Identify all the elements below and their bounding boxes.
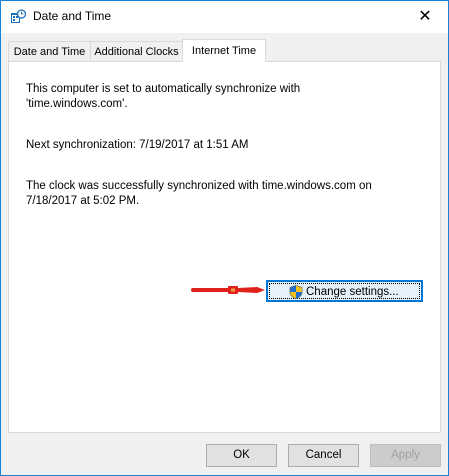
- sync-info-line1: This computer is set to automatically sy…: [26, 83, 301, 95]
- window-title: Date and Time: [33, 9, 112, 23]
- cancel-button[interactable]: Cancel: [288, 444, 359, 467]
- title-bar: Date and Time ✕: [1, 1, 448, 33]
- tab-additional-clocks[interactable]: Additional Clocks: [90, 41, 183, 61]
- date-time-app-icon: [10, 9, 27, 25]
- apply-button[interactable]: Apply: [370, 444, 441, 467]
- red-arrow-annotation: [191, 286, 265, 294]
- uac-shield-icon: [289, 285, 303, 299]
- sync-status-line1: The clock was successfully synchronized …: [26, 180, 372, 192]
- sync-info-line2: 'time.windows.com'.: [26, 98, 128, 110]
- change-settings-button[interactable]: Change settings...: [266, 280, 423, 302]
- date-and-time-dialog: Date and Time ✕ Date and Time Additional…: [0, 0, 449, 476]
- change-settings-label: Change settings...: [306, 286, 399, 298]
- sync-status-line2: 7/18/2017 at 5:02 PM.: [26, 195, 140, 207]
- tab-internet-time[interactable]: Internet Time: [182, 39, 266, 62]
- ok-button[interactable]: OK: [206, 444, 277, 467]
- next-sync-text: Next synchronization: 7/19/2017 at 1:51 …: [26, 139, 249, 151]
- internet-time-panel: This computer is set to automatically sy…: [8, 61, 441, 433]
- tab-date-and-time[interactable]: Date and Time: [8, 41, 91, 61]
- close-button[interactable]: ✕: [402, 1, 448, 33]
